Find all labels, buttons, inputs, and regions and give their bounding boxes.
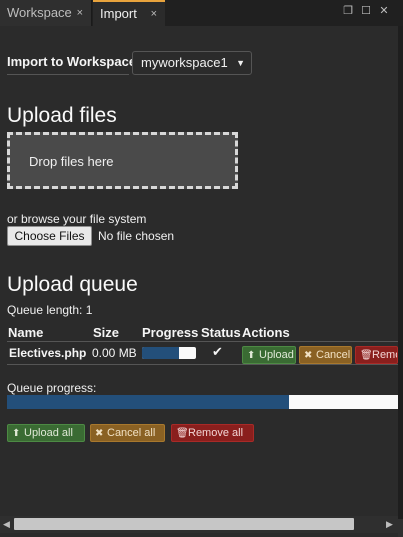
drop-zone[interactable]: Drop files here	[7, 132, 238, 189]
remove-button-label: Remove	[372, 349, 397, 361]
cancel-button[interactable]: ✖ Cancel	[299, 346, 352, 364]
queue-progress-bar	[7, 395, 398, 409]
upload-files-heading: Upload files	[7, 104, 117, 127]
remove-button[interactable]: 🗑Remove	[355, 346, 398, 364]
file-size-cell: 0.00 MB	[92, 346, 137, 360]
maximize-icon[interactable]: ☐	[360, 5, 372, 17]
queue-length-text: Queue length: 1	[7, 303, 93, 317]
upload-button-label: Upload	[259, 349, 294, 361]
tab-workspace[interactable]: Workspace ×	[0, 0, 92, 26]
browse-text: or browse your file system	[7, 212, 147, 226]
table-row-divider	[7, 364, 398, 365]
trash-icon: 🗑	[176, 428, 189, 439]
close-window-icon[interactable]: ✕	[378, 5, 390, 17]
upload-all-label: Upload all	[24, 427, 73, 439]
cancel-icon: ✖	[304, 350, 313, 361]
caret-down-icon: ▼	[236, 58, 245, 68]
tab-import-label: Import	[100, 6, 137, 21]
drop-zone-text: Drop files here	[29, 154, 114, 169]
queue-progress-fill	[7, 395, 289, 409]
workspace-select[interactable]: myworkspace1 ▼	[132, 51, 252, 75]
column-header-size: Size	[93, 325, 120, 340]
tab-workspace-close-icon[interactable]: ×	[77, 0, 83, 26]
label-divider	[7, 74, 129, 75]
choose-files-button[interactable]: Choose Files	[7, 226, 92, 246]
cancel-button-label: Cancel	[316, 349, 351, 361]
queue-progress-label: Queue progress:	[7, 381, 97, 395]
file-name-cell: Electives.php	[9, 346, 87, 360]
file-progress-bar	[142, 347, 196, 359]
upload-all-button[interactable]: ⬆ Upload all	[7, 424, 85, 442]
no-file-chosen-text: No file chosen	[98, 229, 175, 243]
column-header-progress: Progress	[142, 325, 199, 340]
table-header-divider	[7, 341, 398, 342]
upload-queue-heading: Upload queue	[7, 273, 138, 296]
tab-workspace-label: Workspace	[7, 5, 72, 20]
restore-icon[interactable]: ❐	[342, 5, 354, 17]
column-header-status: Status	[201, 325, 241, 340]
cancel-all-label: Cancel all	[107, 427, 156, 439]
import-panel: Import to Workspace myworkspace1 ▼ Uploa…	[0, 26, 398, 516]
remove-all-label: Remove all	[188, 427, 244, 439]
scroll-left-icon[interactable]: ◀	[3, 518, 10, 530]
upload-icon: ⬆	[247, 350, 256, 361]
remove-all-button[interactable]: 🗑Remove all	[171, 424, 254, 442]
scroll-right-icon[interactable]: ▶	[386, 518, 393, 530]
file-progress-fill	[142, 347, 179, 359]
scrollbar-thumb[interactable]	[14, 518, 354, 530]
cancel-all-button[interactable]: ✖ Cancel all	[90, 424, 165, 442]
upload-icon: ⬆	[12, 428, 21, 439]
right-edge-strip	[398, 26, 403, 537]
horizontal-scrollbar[interactable]: ◀ ▶	[0, 516, 398, 533]
column-header-actions: Actions	[242, 325, 290, 340]
column-header-name: Name	[8, 325, 44, 340]
workspace-select-value: myworkspace1	[141, 55, 228, 70]
tab-import[interactable]: Import ×	[93, 0, 165, 26]
cancel-icon: ✖	[95, 428, 104, 439]
tab-bar: Workspace × Import × ❐ ☐ ✕	[0, 0, 403, 26]
trash-icon: 🗑	[360, 350, 373, 361]
checkmark-icon: ✔	[212, 344, 223, 359]
import-to-workspace-label: Import to Workspace	[7, 54, 137, 69]
scrollbar-corner	[398, 519, 403, 537]
upload-button[interactable]: ⬆ Upload	[242, 346, 296, 364]
tab-import-close-icon[interactable]: ×	[151, 2, 157, 26]
